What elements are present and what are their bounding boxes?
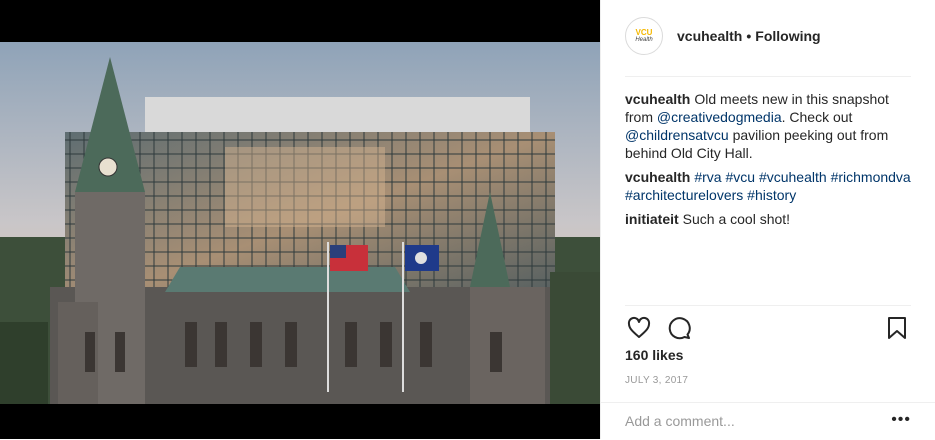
comment-link[interactable]: #architecturelovers (625, 187, 743, 203)
separator-dot: • (746, 28, 752, 44)
actions-divider (625, 305, 911, 306)
avatar-logo-text: VCU (635, 27, 653, 37)
comment-link[interactable]: @creativedogmedia (657, 109, 782, 125)
likes-count[interactable]: 160 likes (625, 347, 683, 363)
comment-item: vcuhealth #rva #vcu #vcuhealth #richmondv… (625, 168, 915, 204)
comment-username[interactable]: vcuhealth (625, 169, 690, 185)
comment-username[interactable]: vcuhealth (625, 91, 690, 107)
comment-bar: Add a comment... ••• (601, 402, 935, 440)
comment-link[interactable]: @childrensatvcu (625, 127, 729, 143)
post-details-panel: VCU Health vcuhealth • Following vcuheal… (600, 0, 935, 439)
comment-input[interactable]: Add a comment... (625, 413, 735, 429)
post-date[interactable]: JULY 3, 2017 (625, 375, 688, 386)
more-options-icon[interactable]: ••• (891, 411, 911, 429)
header-divider (625, 76, 911, 77)
bookmark-icon[interactable] (883, 314, 911, 342)
city-hall-photo (0, 42, 600, 404)
comment-bubble-icon[interactable] (665, 314, 693, 342)
action-bar (625, 314, 911, 342)
comment-item: vcuhealth Old meets new in this snapshot … (625, 90, 915, 162)
post-photo[interactable] (0, 0, 600, 439)
comment-item: initiateit Such a cool shot! (625, 210, 915, 228)
comment-username[interactable]: initiateit (625, 211, 679, 227)
comments-list: vcuhealth Old meets new in this snapshot … (625, 90, 915, 234)
avatar-logo-subtext: Health (635, 36, 653, 43)
comment-text: . Check out (781, 109, 853, 125)
avatar[interactable]: VCU Health (625, 17, 663, 55)
following-button[interactable]: Following (755, 28, 820, 44)
comment-link[interactable]: #richmondva (831, 169, 911, 185)
username-link[interactable]: vcuhealth (677, 28, 742, 44)
comment-link[interactable]: #vcuhealth (759, 169, 827, 185)
heart-icon[interactable] (625, 314, 653, 342)
comment-link[interactable]: #history (747, 187, 796, 203)
comment-link[interactable]: #vcu (725, 169, 755, 185)
comment-link[interactable]: #rva (694, 169, 721, 185)
comment-text: Such a cool shot! (682, 211, 791, 227)
post-header: VCU Health vcuhealth • Following (625, 16, 821, 56)
